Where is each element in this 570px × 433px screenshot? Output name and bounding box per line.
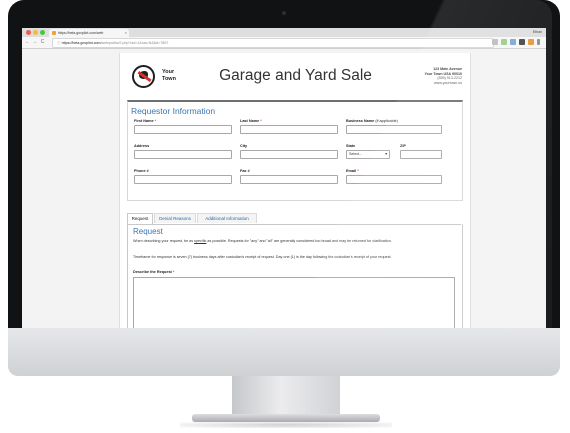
state-select[interactable]: Select... ▾ <box>346 150 390 159</box>
stand-shadow <box>180 422 392 428</box>
menu-icon[interactable] <box>537 39 540 45</box>
form-card: Your Town Garage and Yard Sale 123 Main … <box>119 53 471 328</box>
tab-additional-information[interactable]: Additional Information <box>197 213 257 223</box>
forward-button[interactable]: → <box>31 38 38 47</box>
town-name: Your Town <box>162 69 176 82</box>
phone-input[interactable] <box>134 175 232 184</box>
tab-close-icon[interactable]: × <box>125 29 127 37</box>
monitor-stand-base <box>192 414 380 422</box>
city-label: City <box>240 144 248 148</box>
back-button[interactable]: ← <box>24 38 31 47</box>
town-name-line2: Town <box>162 75 176 82</box>
tab-title: https://beta.govpilot.com/web <box>58 31 104 35</box>
request-panel-title: Request <box>133 227 163 236</box>
state-label: State <box>346 144 356 148</box>
request-instructions: When describing your request, be as spec… <box>133 239 392 243</box>
extension-icon[interactable] <box>510 39 516 45</box>
web-page: Your Town Garage and Yard Sale 123 Main … <box>22 49 546 328</box>
browser-tab[interactable]: https://beta.govpilot.com/web × <box>49 29 129 37</box>
address-path: /web/public/2.php?uid=1&ust=NJ&id=7807 <box>100 41 169 45</box>
business-name-label: Business Name (if applicable) <box>346 119 398 123</box>
fax-label: Fax # <box>240 169 250 173</box>
reload-button[interactable]: C <box>39 38 46 47</box>
profile-name[interactable]: Ethan <box>533 28 542 37</box>
requestor-section-title: Requestor Information <box>131 106 216 116</box>
monitor-chin <box>8 328 560 376</box>
town-address: 123 Main Avenue Your Town USA 90010 (555… <box>425 67 462 85</box>
star-icon[interactable] <box>492 39 498 45</box>
last-name-label: Last Name * <box>240 119 262 123</box>
phone-label: Phone # <box>134 169 149 173</box>
first-name-input[interactable] <box>134 125 232 134</box>
camera-icon <box>282 11 286 15</box>
address-label: Address <box>134 144 150 148</box>
address-input[interactable] <box>134 150 232 159</box>
screen: https://beta.govpilot.com/web × Ethan ← … <box>22 28 546 328</box>
address-line: www.yourtown.us <box>434 80 462 85</box>
chevron-down-icon: ▾ <box>385 152 387 156</box>
fax-input[interactable] <box>240 175 338 184</box>
page-title: Garage and Yard Sale <box>219 67 372 84</box>
describe-request-label: Describe the Request * <box>133 270 175 274</box>
email-input[interactable] <box>346 175 442 184</box>
favicon-icon <box>52 31 56 36</box>
browser-toolbar: ← → C ⓘ https://beta.govpilot.com/web/pu… <box>22 37 546 49</box>
zip-label: ZIP <box>400 144 406 148</box>
extension-icon[interactable] <box>528 39 534 45</box>
state-select-value: Select... <box>349 152 362 156</box>
address-bar[interactable]: ⓘ https://beta.govpilot.com/web/public/2… <box>52 38 494 48</box>
close-window-button[interactable] <box>26 30 31 35</box>
timeframe-note: Timeframe for response is seven (7) busi… <box>133 255 392 259</box>
city-input[interactable] <box>240 150 338 159</box>
extension-icon[interactable] <box>501 39 507 45</box>
extension-icon[interactable] <box>519 39 525 45</box>
describe-request-textarea[interactable] <box>133 277 455 328</box>
first-name-label: First Name * <box>134 119 157 123</box>
zip-input[interactable] <box>400 150 442 159</box>
town-logo-icon <box>132 65 155 88</box>
secure-icon: ⓘ <box>57 41 61 45</box>
last-name-input[interactable] <box>240 125 338 134</box>
email-label: Email * <box>346 169 359 173</box>
business-name-input[interactable] <box>346 125 442 134</box>
address-host: https://beta.govpilot.com <box>61 41 101 45</box>
tab-denial-reasons[interactable]: Denial Reasons <box>154 213 196 223</box>
minimize-window-button[interactable] <box>33 30 38 35</box>
monitor-stand <box>232 376 340 416</box>
tab-request[interactable]: Request <box>127 213 153 224</box>
town-name-line1: Your <box>162 69 175 75</box>
maximize-window-button[interactable] <box>40 30 45 35</box>
